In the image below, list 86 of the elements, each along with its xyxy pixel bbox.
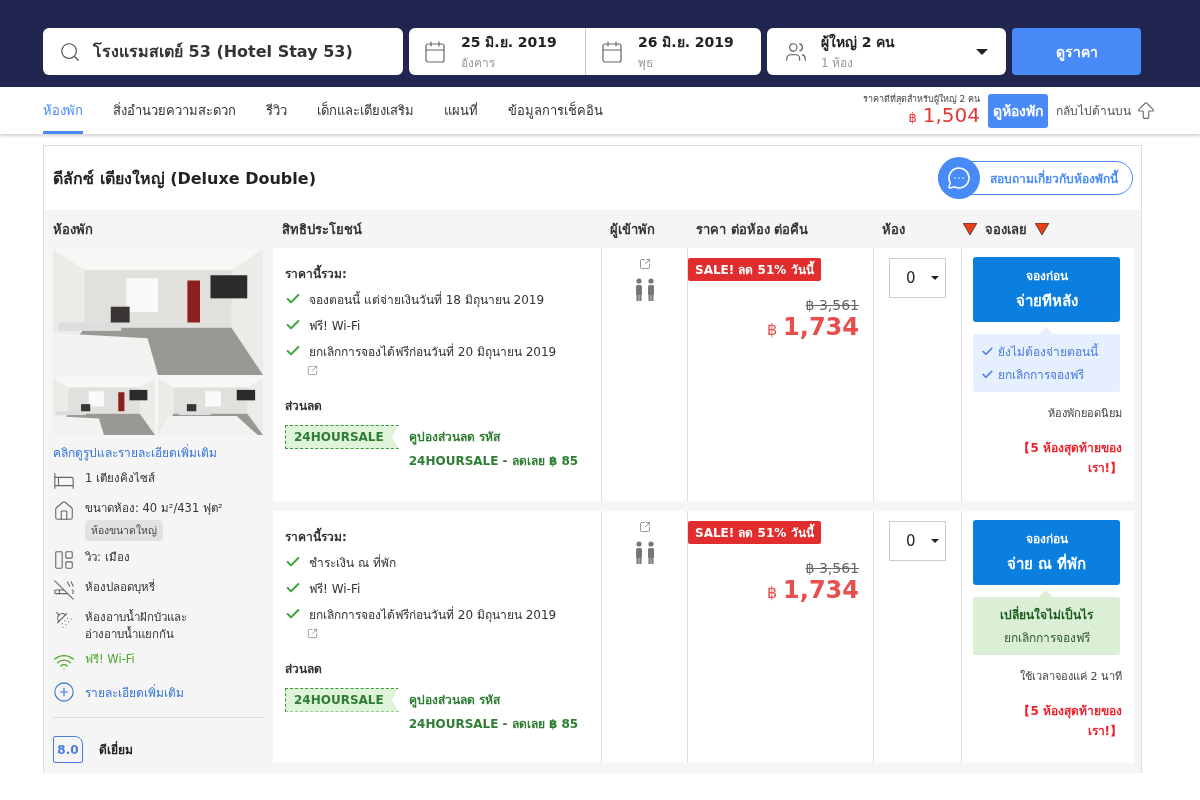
nav-tab[interactable]: รีวิว bbox=[266, 87, 287, 134]
house-icon bbox=[53, 500, 75, 522]
original-price: ฿ 3,561 bbox=[805, 559, 859, 576]
original-price: ฿ 3,561 bbox=[805, 297, 859, 313]
rating-label: ดีเยี่ยม bbox=[99, 740, 133, 759]
search-icon bbox=[59, 40, 81, 63]
room-title: ดีลักซ์ เตียงใหญ่ (Deluxe Double) bbox=[53, 167, 316, 191]
perk-text: ยกเลิกการจองฟรี bbox=[1003, 629, 1090, 647]
best-price-caption: ราคาดีที่สุดสำหรับผู้ใหญ่ 2 คน bbox=[862, 95, 980, 105]
caret-icon bbox=[976, 48, 988, 55]
bed-icon bbox=[53, 470, 75, 492]
shower-icon bbox=[53, 609, 75, 631]
coupon-text: คูปองส่วนลด รหัส 24HOURSALE - ลดเลย ฿ 85 bbox=[408, 691, 580, 733]
calendar-icon bbox=[600, 39, 624, 64]
room-feature: ห้องปลอดบุหรี่ bbox=[85, 579, 155, 596]
back-to-top-link[interactable]: กลับไปด้านบน bbox=[1056, 99, 1157, 122]
benefit-text: จองตอนนี้ แต่จ่ายเงินวันที่ 18 มิถุนายน 2019 bbox=[309, 290, 545, 310]
room-feature: วิว: เมือง bbox=[85, 549, 130, 566]
triangle-icon bbox=[1035, 223, 1049, 235]
includes-label: ราคานี้รวม: bbox=[285, 526, 348, 546]
benefit-text: ชำระเงิน ณ ที่พัก bbox=[309, 553, 396, 572]
popup-icon bbox=[638, 258, 651, 270]
room-feature: 1 เตียงคิงไซส์ bbox=[85, 470, 155, 487]
rating-score: 8.0 bbox=[53, 736, 83, 763]
check-icon bbox=[981, 368, 994, 381]
benefit-text: ฟรี! Wi-Fi bbox=[309, 318, 361, 335]
popup-icon bbox=[307, 627, 318, 639]
sale-badge: SALE! ลด 51% วันนี้ bbox=[688, 520, 821, 544]
two-people-icon bbox=[633, 278, 656, 302]
people-icon bbox=[785, 40, 807, 63]
room-feature: ห้องอาบน้ำฝักบัวและ อ่างอาบน้ำแยกกัน bbox=[85, 609, 188, 643]
room-feature: ขนาดห้อง: 40 ม²/431 ฟุต² bbox=[85, 500, 223, 517]
check-icon bbox=[981, 345, 994, 358]
check-out-date-field[interactable]: 26 มิ.ย. 2019 พุธ bbox=[585, 28, 761, 75]
room-price: ฿ 1,734 bbox=[766, 313, 859, 341]
nav-tab[interactable]: เด็กและเตียงเสริม bbox=[317, 87, 414, 134]
column-header: ราคา ต่อห้อง ต่อคืน bbox=[695, 220, 810, 239]
more-details-link[interactable]: รายละเอียดเพิ่มเติม bbox=[85, 683, 184, 702]
booking-note: ใช้เวลาจองแค่ 2 นาที bbox=[1020, 668, 1122, 685]
book-button[interactable]: จองก่อน จ่ายทีหลัง bbox=[973, 257, 1120, 322]
benefit-text: ฟรี! Wi-Fi bbox=[309, 580, 361, 598]
nav-tab[interactable]: ข้อมูลการเช็คอิน bbox=[508, 87, 603, 134]
chat-icon bbox=[947, 166, 971, 190]
column-header: ผู้เข้าพัก bbox=[609, 220, 656, 240]
feature-tag: ห้องขนาดใหญ่ bbox=[85, 520, 163, 541]
column-header: จองเลย bbox=[985, 220, 1027, 239]
column-header: สิทธิประโยชน์ bbox=[281, 220, 363, 239]
coupon-code: 24HOURSALE bbox=[285, 425, 399, 449]
scarcity-notice: 【5 ห้องสุดท้ายของเรา!】 bbox=[1017, 702, 1122, 740]
best-price: ฿ 1,504 bbox=[908, 104, 980, 126]
calendar-icon bbox=[423, 39, 447, 64]
perk-text: เปลี่ยนใจไม่เป็นไร bbox=[1000, 605, 1093, 624]
scarcity-notice: 【5 ห้องสุดท้ายของเรา!】 bbox=[1017, 440, 1122, 477]
includes-label: ราคานี้รวม: bbox=[285, 264, 589, 283]
benefit-text: ยกเลิกการจองได้ฟรีก่อนวันที่ 20 มิถุนายน 2019 bbox=[309, 342, 557, 362]
book-button[interactable]: จองก่อน จ่าย ณ ที่พัก bbox=[973, 519, 1120, 585]
column-header: ห้องพัก bbox=[52, 220, 94, 239]
window-icon bbox=[53, 549, 75, 571]
room-price: ฿ 1,734 bbox=[766, 575, 859, 604]
caret-icon bbox=[931, 538, 939, 543]
popup-icon bbox=[638, 520, 651, 533]
room-quantity-select[interactable]: 0 bbox=[889, 258, 946, 298]
two-people-icon bbox=[633, 540, 656, 565]
popup-icon bbox=[307, 365, 318, 376]
no-smoking-icon bbox=[53, 579, 75, 601]
photos-link[interactable]: คลิกดูรูปและรายละเอียดเพิ่มเติม bbox=[53, 443, 264, 462]
search-field[interactable]: โรงแรมสเตย์ 53 (Hotel Stay 53) bbox=[43, 28, 403, 75]
plus-icon bbox=[53, 681, 75, 703]
benefit-text: ยกเลิกการจองได้ฟรีก่อนวันที่ 20 มิถุนายน 2019 bbox=[309, 605, 557, 625]
room-quantity-select[interactable]: 0 bbox=[889, 520, 946, 561]
nav-tab[interactable]: แผนที่ bbox=[444, 87, 478, 134]
discount-label: ส่วนลด bbox=[285, 398, 323, 415]
perk-text: ยังไม่ต้องจ่ายตอนนี้ bbox=[998, 342, 1098, 361]
coupon-text: คูปองส่วนลด รหัส 24HOURSALE - ลดเลย ฿ 85 bbox=[408, 429, 580, 470]
column-header: ห้อง bbox=[881, 220, 906, 239]
booking-note: ห้องพักยอดนิยม bbox=[1048, 406, 1122, 422]
guests-dropdown[interactable]: ผู้ใหญ่ 2 คน 1 ห้อง bbox=[767, 28, 1006, 75]
up-arrow-icon bbox=[1135, 99, 1157, 122]
room-feature: ฟรี! Wi-Fi bbox=[85, 651, 135, 668]
coupon-code: 24HOURSALE bbox=[285, 687, 399, 712]
check-in-date-field[interactable]: 25 มิ.ย. 2019 อังคาร bbox=[409, 28, 585, 75]
nav-tab[interactable]: สิ่งอำนวยความสะดวก bbox=[113, 87, 236, 134]
sale-badge: SALE! ลด 51% วันนี้ bbox=[688, 258, 821, 281]
caret-icon bbox=[931, 276, 939, 280]
discount-label: ส่วนลด bbox=[285, 660, 323, 678]
perk-text: ยกเลิกการจองฟรี bbox=[998, 367, 1084, 384]
